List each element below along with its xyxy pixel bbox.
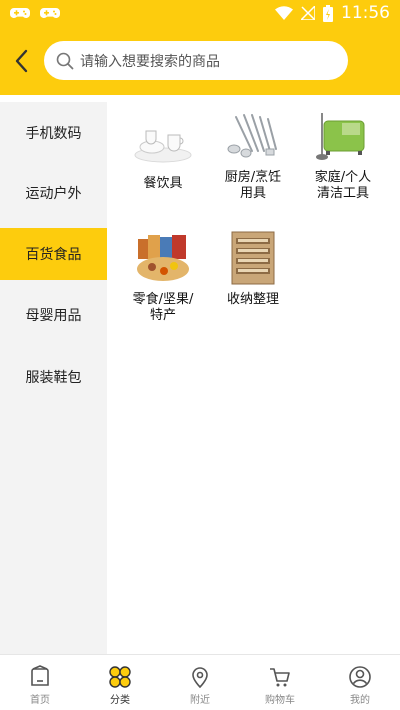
- tableware-image: [132, 114, 194, 170]
- chevron-left-icon: [15, 49, 28, 73]
- sidebar-item-groceries[interactable]: 百货食品: [0, 228, 107, 280]
- cleaning-tools-image: [312, 108, 374, 164]
- search-placeholder: 请输入想要搜索的商品: [80, 53, 220, 70]
- category-label: 收纳整理: [226, 292, 279, 307]
- nav-profile[interactable]: 我的: [320, 655, 400, 710]
- nav-category[interactable]: 分类: [80, 655, 160, 710]
- back-button[interactable]: [6, 44, 36, 78]
- location-icon: [192, 667, 208, 689]
- profile-icon: [349, 666, 371, 688]
- category-snacks[interactable]: 零食/坚果/ 特产: [119, 230, 207, 324]
- category-label: 家庭/个人 清洁工具: [314, 170, 372, 201]
- sidebar-item-label: 服装鞋包: [25, 370, 82, 386]
- storage-image: [222, 230, 284, 286]
- home-icon: [31, 665, 49, 686]
- sidebar-item-label: 百货食品: [25, 247, 82, 263]
- sidebar-item-label: 运动户外: [25, 186, 82, 202]
- snacks-image: [132, 230, 194, 286]
- sidebar-item-label: 母婴用品: [25, 308, 82, 324]
- gamepad-icon: [10, 8, 30, 18]
- sidebar-item-baby[interactable]: 母婴用品: [0, 289, 107, 341]
- sidebar-item-label: 手机数码: [25, 126, 82, 142]
- kitchen-utensils-image: [222, 108, 284, 164]
- cart-icon: [270, 668, 290, 687]
- bottom-nav: 首页 分类 附近 购物车 我的: [0, 654, 400, 710]
- status-time: 11:56: [341, 3, 390, 23]
- nav-label: 分类: [110, 695, 130, 706]
- nav-cart[interactable]: 购物车: [240, 655, 320, 710]
- category-cleaning-tools[interactable]: 家庭/个人 清洁工具: [299, 108, 387, 202]
- nav-label: 首页: [30, 695, 50, 706]
- nav-label: 附近: [190, 695, 210, 706]
- category-tableware[interactable]: 餐饮具: [119, 114, 207, 192]
- battery-charging-icon: [323, 4, 333, 22]
- sidebar-item-digital[interactable]: 手机数码: [0, 107, 107, 159]
- no-signal-icon: [301, 6, 315, 20]
- wifi-icon: [275, 6, 293, 20]
- header: 11:56 请输入想要搜索的商品: [0, 0, 400, 95]
- category-label: 零食/坚果/ 特产: [132, 292, 194, 323]
- search-input[interactable]: 请输入想要搜索的商品: [44, 41, 348, 80]
- nav-nearby[interactable]: 附近: [160, 655, 240, 710]
- category-label: 餐饮具: [143, 176, 183, 191]
- category-storage[interactable]: 收纳整理: [209, 230, 297, 308]
- nav-label: 我的: [350, 695, 370, 706]
- category-label: 厨房/烹饪 用具: [224, 170, 282, 201]
- sidebar-item-outdoor[interactable]: 运动户外: [0, 167, 107, 219]
- gamepad-icon: [40, 8, 60, 18]
- category-icon: [109, 666, 131, 688]
- category-kitchen-utensils[interactable]: 厨房/烹饪 用具: [209, 108, 297, 202]
- nav-home[interactable]: 首页: [0, 655, 80, 710]
- category-sidebar: 手机数码 运动户外 百货食品 母婴用品 服装鞋包: [0, 102, 107, 654]
- status-bar: 11:56: [0, 0, 400, 28]
- category-grid: 餐饮具 厨房/烹饪 用具 家庭/个人 清洁工具 零食/坚果/ 特产 收纳整理: [107, 102, 400, 654]
- sidebar-item-apparel[interactable]: 服装鞋包: [0, 351, 107, 403]
- search-icon: [56, 52, 74, 69]
- nav-label: 购物车: [265, 695, 295, 706]
